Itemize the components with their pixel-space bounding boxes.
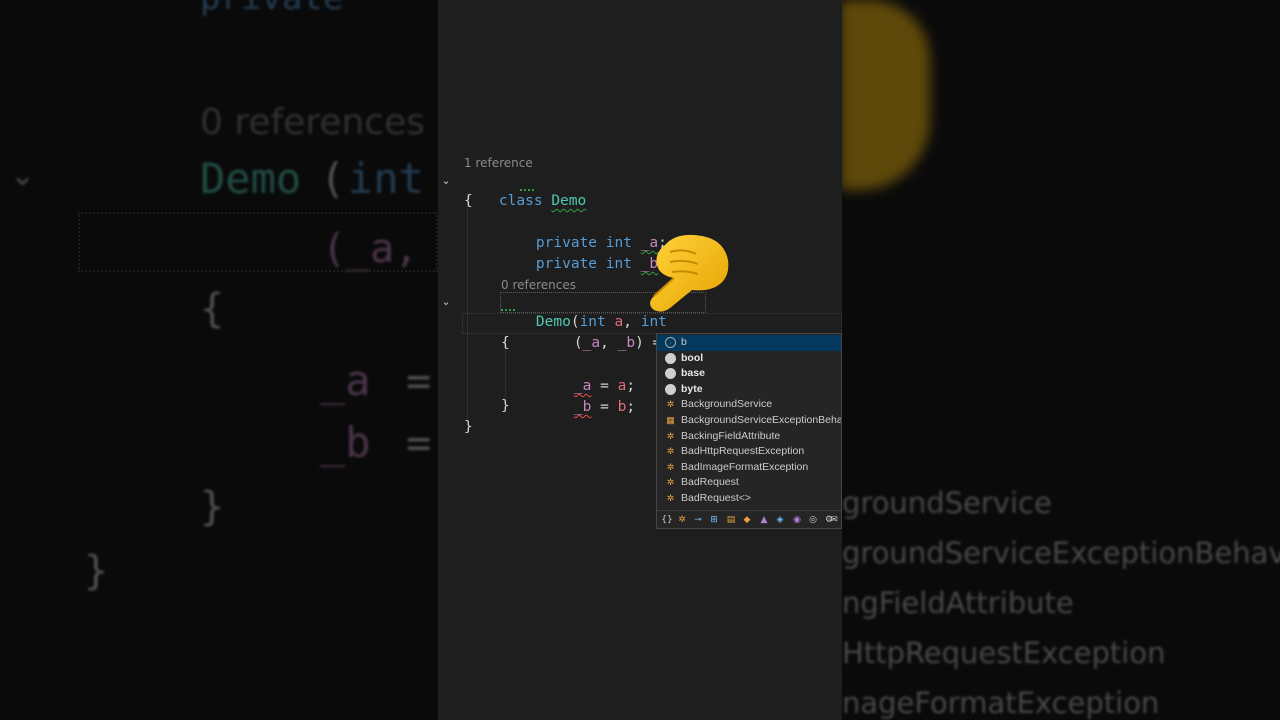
- class-icon: ✲: [666, 399, 675, 410]
- completion-item[interactable]: ✲ BadRequest<>: [657, 491, 841, 507]
- class-filter-icon[interactable]: ✲: [676, 514, 688, 526]
- code-line-body-close[interactable]: }: [501, 396, 510, 417]
- local-filter-icon[interactable]: ◎: [807, 514, 819, 526]
- completion-item-label: BadRequest: [681, 476, 739, 489]
- code-line-field-a[interactable]: private int _a;: [501, 212, 667, 251]
- completion-item[interactable]: ✲ BadRequest: [657, 475, 841, 491]
- class-name: Demo: [551, 193, 587, 209]
- completion-item[interactable]: bool: [657, 351, 841, 367]
- completion-item-label: BadImageFormatException: [681, 460, 809, 473]
- completion-item[interactable]: ✲ BadHttpRequestException: [657, 444, 841, 460]
- code-line-body-open[interactable]: {: [501, 333, 510, 354]
- completion-item[interactable]: ▦ BackgroundServiceExceptionBehavior: [657, 413, 842, 429]
- completion-item-label: BadHttpRequestException: [681, 445, 805, 458]
- module-filter-icon[interactable]: ▲: [758, 514, 770, 526]
- suggestion-dots-class: [520, 189, 534, 191]
- variable-icon: ·: [665, 337, 676, 348]
- keyword-icon: [665, 368, 676, 380]
- completion-item[interactable]: ✲ BackgroundService: [657, 397, 841, 413]
- class-icon: ✲: [666, 446, 675, 457]
- class-icon: ✲: [666, 493, 675, 503]
- method-filter-icon[interactable]: ◉: [791, 514, 803, 526]
- code-line-assign-b[interactable]: _b = b;: [539, 376, 635, 415]
- completion-item-label: b: [681, 336, 687, 348]
- completion-item[interactable]: ✲ BackingFieldAttribute: [657, 429, 841, 445]
- property-filter-icon[interactable]: ◈: [774, 514, 786, 526]
- completion-filter-bar: {} ✲ ⊸ ⊞ ▤ ◆ ▲ ◈ ◉ ◎ ⚙ ✉: [657, 510, 841, 528]
- completion-item-label: BadRequest<>: [681, 492, 752, 504]
- completion-item[interactable]: byte: [657, 382, 841, 398]
- code-line-class[interactable]: class Demo: [464, 170, 586, 209]
- struct-filter-icon[interactable]: ⊞: [708, 514, 720, 526]
- keyword-private: private: [535, 256, 598, 272]
- enum-filter-icon[interactable]: ▤: [725, 514, 737, 526]
- completion-item[interactable]: ✲ BadImageFormatException: [657, 460, 841, 476]
- delegate-filter-icon[interactable]: ◆: [741, 514, 753, 526]
- completion-item[interactable]: base: [657, 366, 841, 382]
- completion-item-label: BackingFieldAttribute: [681, 429, 781, 442]
- keyword-icon: [665, 352, 676, 364]
- snippet-filter-icon[interactable]: ✉: [828, 514, 840, 526]
- completion-item-label: base: [681, 367, 705, 380]
- class-icon: ✲: [666, 430, 675, 441]
- tuple-field-b: _b: [617, 335, 636, 351]
- interface-filter-icon[interactable]: ⊸: [692, 514, 704, 526]
- class-icon: ✲: [666, 461, 675, 472]
- namespace-filter-icon[interactable]: {}: [661, 514, 673, 526]
- completion-item[interactable]: · b: [657, 335, 841, 351]
- completion-item-label: byte: [681, 382, 703, 395]
- completion-item-label: BackgroundServiceExceptionBehavior: [681, 414, 842, 426]
- code-line-class-close[interactable]: }: [464, 417, 473, 438]
- code-line-tuple-assign[interactable]: (_a, _b) = (a, b): [539, 312, 724, 351]
- completion-item-label: BackgroundService: [681, 398, 773, 411]
- code-line-open-brace[interactable]: {: [464, 191, 473, 212]
- keyword-int: int: [605, 256, 632, 272]
- keyword-icon: [665, 383, 676, 395]
- codelens-class-references[interactable]: 1 reference: [464, 156, 533, 170]
- codelens-ctor-references[interactable]: 0 references: [501, 278, 576, 292]
- fold-ctor-chevron-icon[interactable]: ⌄: [441, 296, 451, 307]
- class-icon: ✲: [666, 477, 675, 488]
- tuple-field-a: _a: [582, 335, 601, 351]
- suggestion-dots: [501, 309, 515, 311]
- intellisense-completion-list[interactable]: · b bool base byte ✲ BackgroundService ▦ Backgro…: [656, 333, 842, 529]
- assign-field-b: _b: [573, 399, 592, 415]
- keyword-class: class: [498, 193, 543, 209]
- pointing-hand-icon: [640, 232, 732, 314]
- enum-icon: ▦: [666, 415, 675, 425]
- completion-item-label: bool: [681, 351, 704, 364]
- fold-class-chevron-icon[interactable]: ⌄: [441, 175, 451, 186]
- code-line-assign-a[interactable]: _a = a;: [539, 355, 635, 394]
